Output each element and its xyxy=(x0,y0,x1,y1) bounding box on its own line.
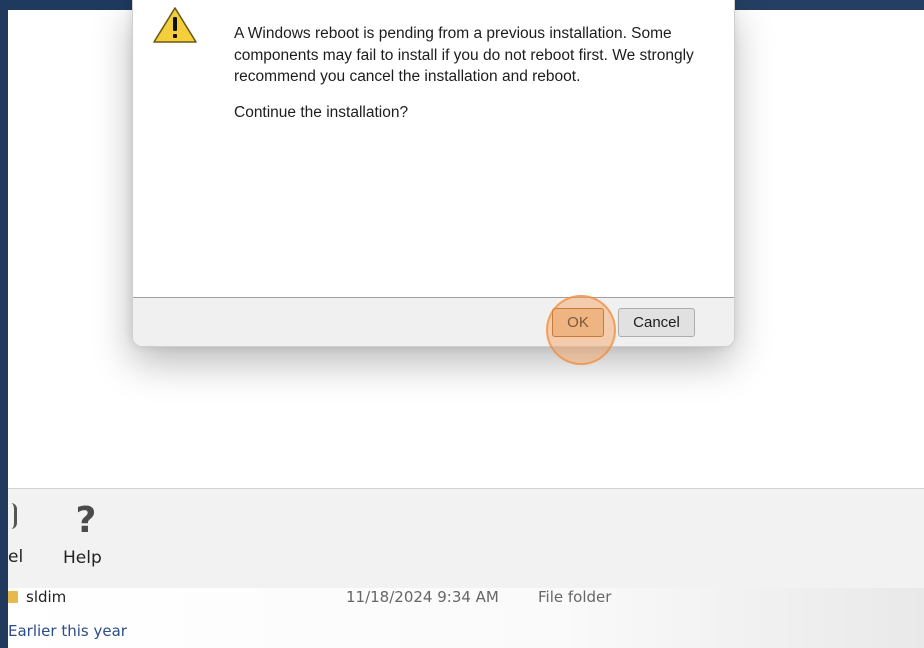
click-highlight xyxy=(546,295,616,365)
warning-icon xyxy=(153,7,197,43)
dialog-message: A Windows reboot is pending from a previ… xyxy=(234,25,694,85)
dialog-question: Continue the installation? xyxy=(234,104,409,121)
reboot-warning-dialog: A Windows reboot is pending from a previ… xyxy=(132,0,735,347)
help-icon[interactable]: ? xyxy=(66,501,106,541)
partial-toolbar-label[interactable]: el xyxy=(8,547,23,567)
file-type: File folder xyxy=(538,588,612,606)
table-row[interactable]: sldim 11/18/2024 9:34 AM File folder xyxy=(8,588,794,608)
bottom-toolbar: el ? Help xyxy=(8,488,924,589)
dialog-footer: OK Cancel xyxy=(133,297,734,346)
help-button-label[interactable]: Help xyxy=(63,548,102,568)
desktop-background xyxy=(0,0,8,648)
dialog-content: A Windows reboot is pending from a previ… xyxy=(133,0,734,297)
file-date: 11/18/2024 9:34 AM xyxy=(346,588,499,606)
group-header[interactable]: Earlier this year xyxy=(8,622,127,640)
cancel-button[interactable]: Cancel xyxy=(618,308,695,337)
file-list: sldim 11/18/2024 9:34 AM File folder Ear… xyxy=(8,588,924,648)
folder-icon xyxy=(8,591,18,603)
details-pane xyxy=(795,10,924,488)
partial-toolbar-icon xyxy=(8,503,17,529)
file-name: sldim xyxy=(26,588,67,606)
